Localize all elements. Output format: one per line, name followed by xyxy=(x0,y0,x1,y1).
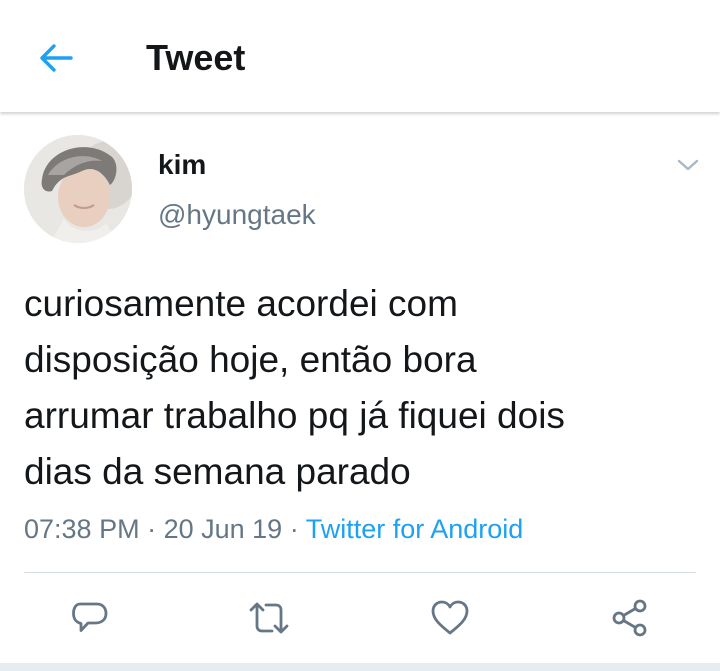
tweet-meta: 07:38 PM · 20 Jun 19 · Twitter for Andro… xyxy=(24,512,523,546)
chevron-down-icon xyxy=(677,159,699,171)
reply-button[interactable] xyxy=(68,596,112,640)
back-button[interactable] xyxy=(34,38,78,78)
meta-separator: · xyxy=(139,514,164,544)
arrow-left-icon xyxy=(40,44,73,72)
author-display-name[interactable]: kim xyxy=(158,148,206,182)
meta-separator: · xyxy=(282,514,306,544)
reply-icon xyxy=(72,602,108,632)
bottom-separator xyxy=(0,663,720,671)
share-icon xyxy=(612,599,647,637)
retweet-button[interactable] xyxy=(247,596,291,640)
tweet-detail-screen: Tweet kim @hyungtaek curiosamente acorde… xyxy=(0,0,720,671)
like-button[interactable] xyxy=(428,596,472,640)
heart-icon xyxy=(431,600,469,635)
share-button[interactable] xyxy=(608,596,652,640)
author-handle[interactable]: @hyungtaek xyxy=(158,198,316,232)
tweet-source-link[interactable]: Twitter for Android xyxy=(306,514,524,544)
tweet-menu-button[interactable] xyxy=(672,152,704,178)
tweet-time: 07:38 PM xyxy=(24,514,140,544)
avatar[interactable] xyxy=(24,135,132,243)
divider xyxy=(24,572,696,573)
top-app-bar: Tweet xyxy=(0,0,720,112)
page-title: Tweet xyxy=(146,37,246,78)
avatar-image xyxy=(24,135,132,243)
tweet-text: curiosamente acordei com disposição hoje… xyxy=(24,283,565,492)
tweet-date: 20 Jun 19 xyxy=(163,514,283,544)
retweet-icon xyxy=(249,602,289,634)
